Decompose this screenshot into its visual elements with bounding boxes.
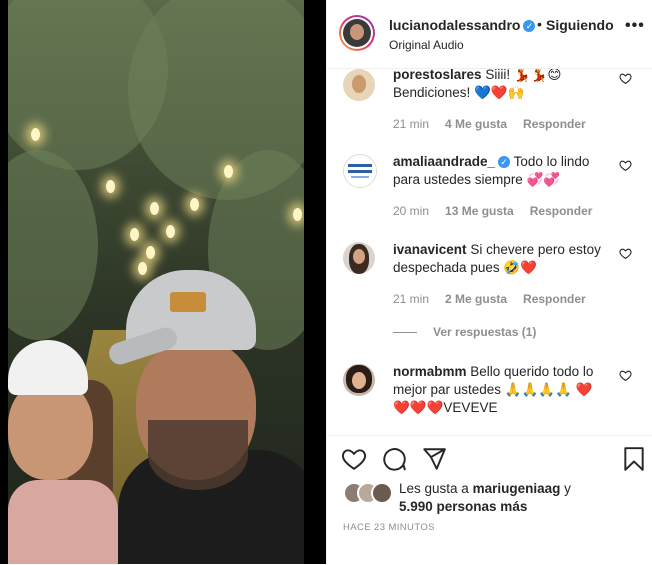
following-button[interactable]: Siguiendo <box>546 17 614 33</box>
like-comment-heart-icon[interactable] <box>619 247 632 263</box>
view-replies-button[interactable]: Ver respuestas (1) <box>393 325 536 339</box>
reply-button[interactable]: Responder <box>523 292 586 306</box>
author-username[interactable]: lucianodalessandro ✓ <box>389 17 536 33</box>
comments-list[interactable]: porestoslares Siiii! 💃💃😊 Bendiciones! 💙❤… <box>327 69 652 435</box>
share-icon[interactable] <box>421 446 447 472</box>
comment-username[interactable]: porestoslares <box>393 69 482 82</box>
comment-text: porestoslares Siiii! 💃💃😊 Bendiciones! 💙❤… <box>393 69 605 102</box>
avatar[interactable] <box>339 15 375 51</box>
like-comment-heart-icon[interactable] <box>619 369 632 385</box>
avatar[interactable] <box>343 154 377 188</box>
comment-username[interactable]: ivanavicent <box>393 242 467 257</box>
comment-time: 20 min <box>393 204 430 218</box>
likers-avatars[interactable] <box>343 482 399 504</box>
heart-icon[interactable] <box>341 446 367 472</box>
like-comment-heart-icon[interactable] <box>619 159 632 175</box>
reply-button[interactable]: Responder <box>523 117 586 131</box>
post-side-panel: lucianodalessandro ✓ • Siguiendo Original… <box>326 0 652 564</box>
likes-count[interactable]: 5.990 personas más <box>399 499 527 514</box>
video-frame <box>8 0 304 564</box>
avatar[interactable] <box>343 364 375 396</box>
person-man <box>106 270 304 564</box>
comment-meta: 21 min 4 Me gusta Responder <box>393 117 602 131</box>
verified-icon: ✓ <box>498 156 511 169</box>
post-header: lucianodalessandro ✓ • Siguiendo Original… <box>327 0 652 69</box>
comment-meta: 20 min 13 Me gusta Responder <box>393 204 608 218</box>
instagram-post: lucianodalessandro ✓ • Siguiendo Original… <box>0 0 652 564</box>
avatar[interactable] <box>343 69 375 101</box>
comment-username[interactable]: amaliaandrade_ <box>393 154 495 169</box>
bookmark-icon[interactable] <box>621 446 647 472</box>
comment-time: 21 min <box>393 292 430 306</box>
comment-likes[interactable]: 4 Me gusta <box>445 117 507 131</box>
comment-likes[interactable]: 2 Me gusta <box>445 292 507 306</box>
like-comment-heart-icon[interactable] <box>619 72 632 88</box>
comment-meta: 21 min 2 Me gusta Responder <box>393 292 602 306</box>
more-icon[interactable]: ••• <box>625 18 645 34</box>
comment-time: 21 min <box>393 117 430 131</box>
comment-username[interactable]: normabmm <box>393 364 467 379</box>
person-woman <box>8 340 118 564</box>
likes-summary[interactable]: Les gusta a mariugeniaag y 5.990 persona… <box>399 480 639 516</box>
liker-username[interactable]: mariugeniaag <box>473 481 561 496</box>
verified-icon: ✓ <box>523 20 536 33</box>
avatar[interactable] <box>343 242 375 274</box>
comment-icon[interactable] <box>381 446 407 472</box>
post-actions: Les gusta a mariugeniaag y 5.990 persona… <box>327 435 652 565</box>
comment-text: ivanavicent Si chevere pero estoy despec… <box>393 241 605 277</box>
comment-text: amaliaandrade_ ✓ Todo lo lindo para usted… <box>393 153 605 189</box>
comment-likes[interactable]: 13 Me gusta <box>445 204 514 218</box>
post-timestamp[interactable]: HACE 23 MINUTOS <box>343 522 435 533</box>
replies-divider <box>393 332 417 334</box>
reply-button[interactable]: Responder <box>530 204 593 218</box>
comment-text: normabmm Bello querido todo lo mejor par… <box>393 363 605 417</box>
audio-link[interactable]: Original Audio <box>389 38 464 52</box>
separator-dot: • <box>537 16 542 32</box>
video-player[interactable] <box>0 0 326 564</box>
